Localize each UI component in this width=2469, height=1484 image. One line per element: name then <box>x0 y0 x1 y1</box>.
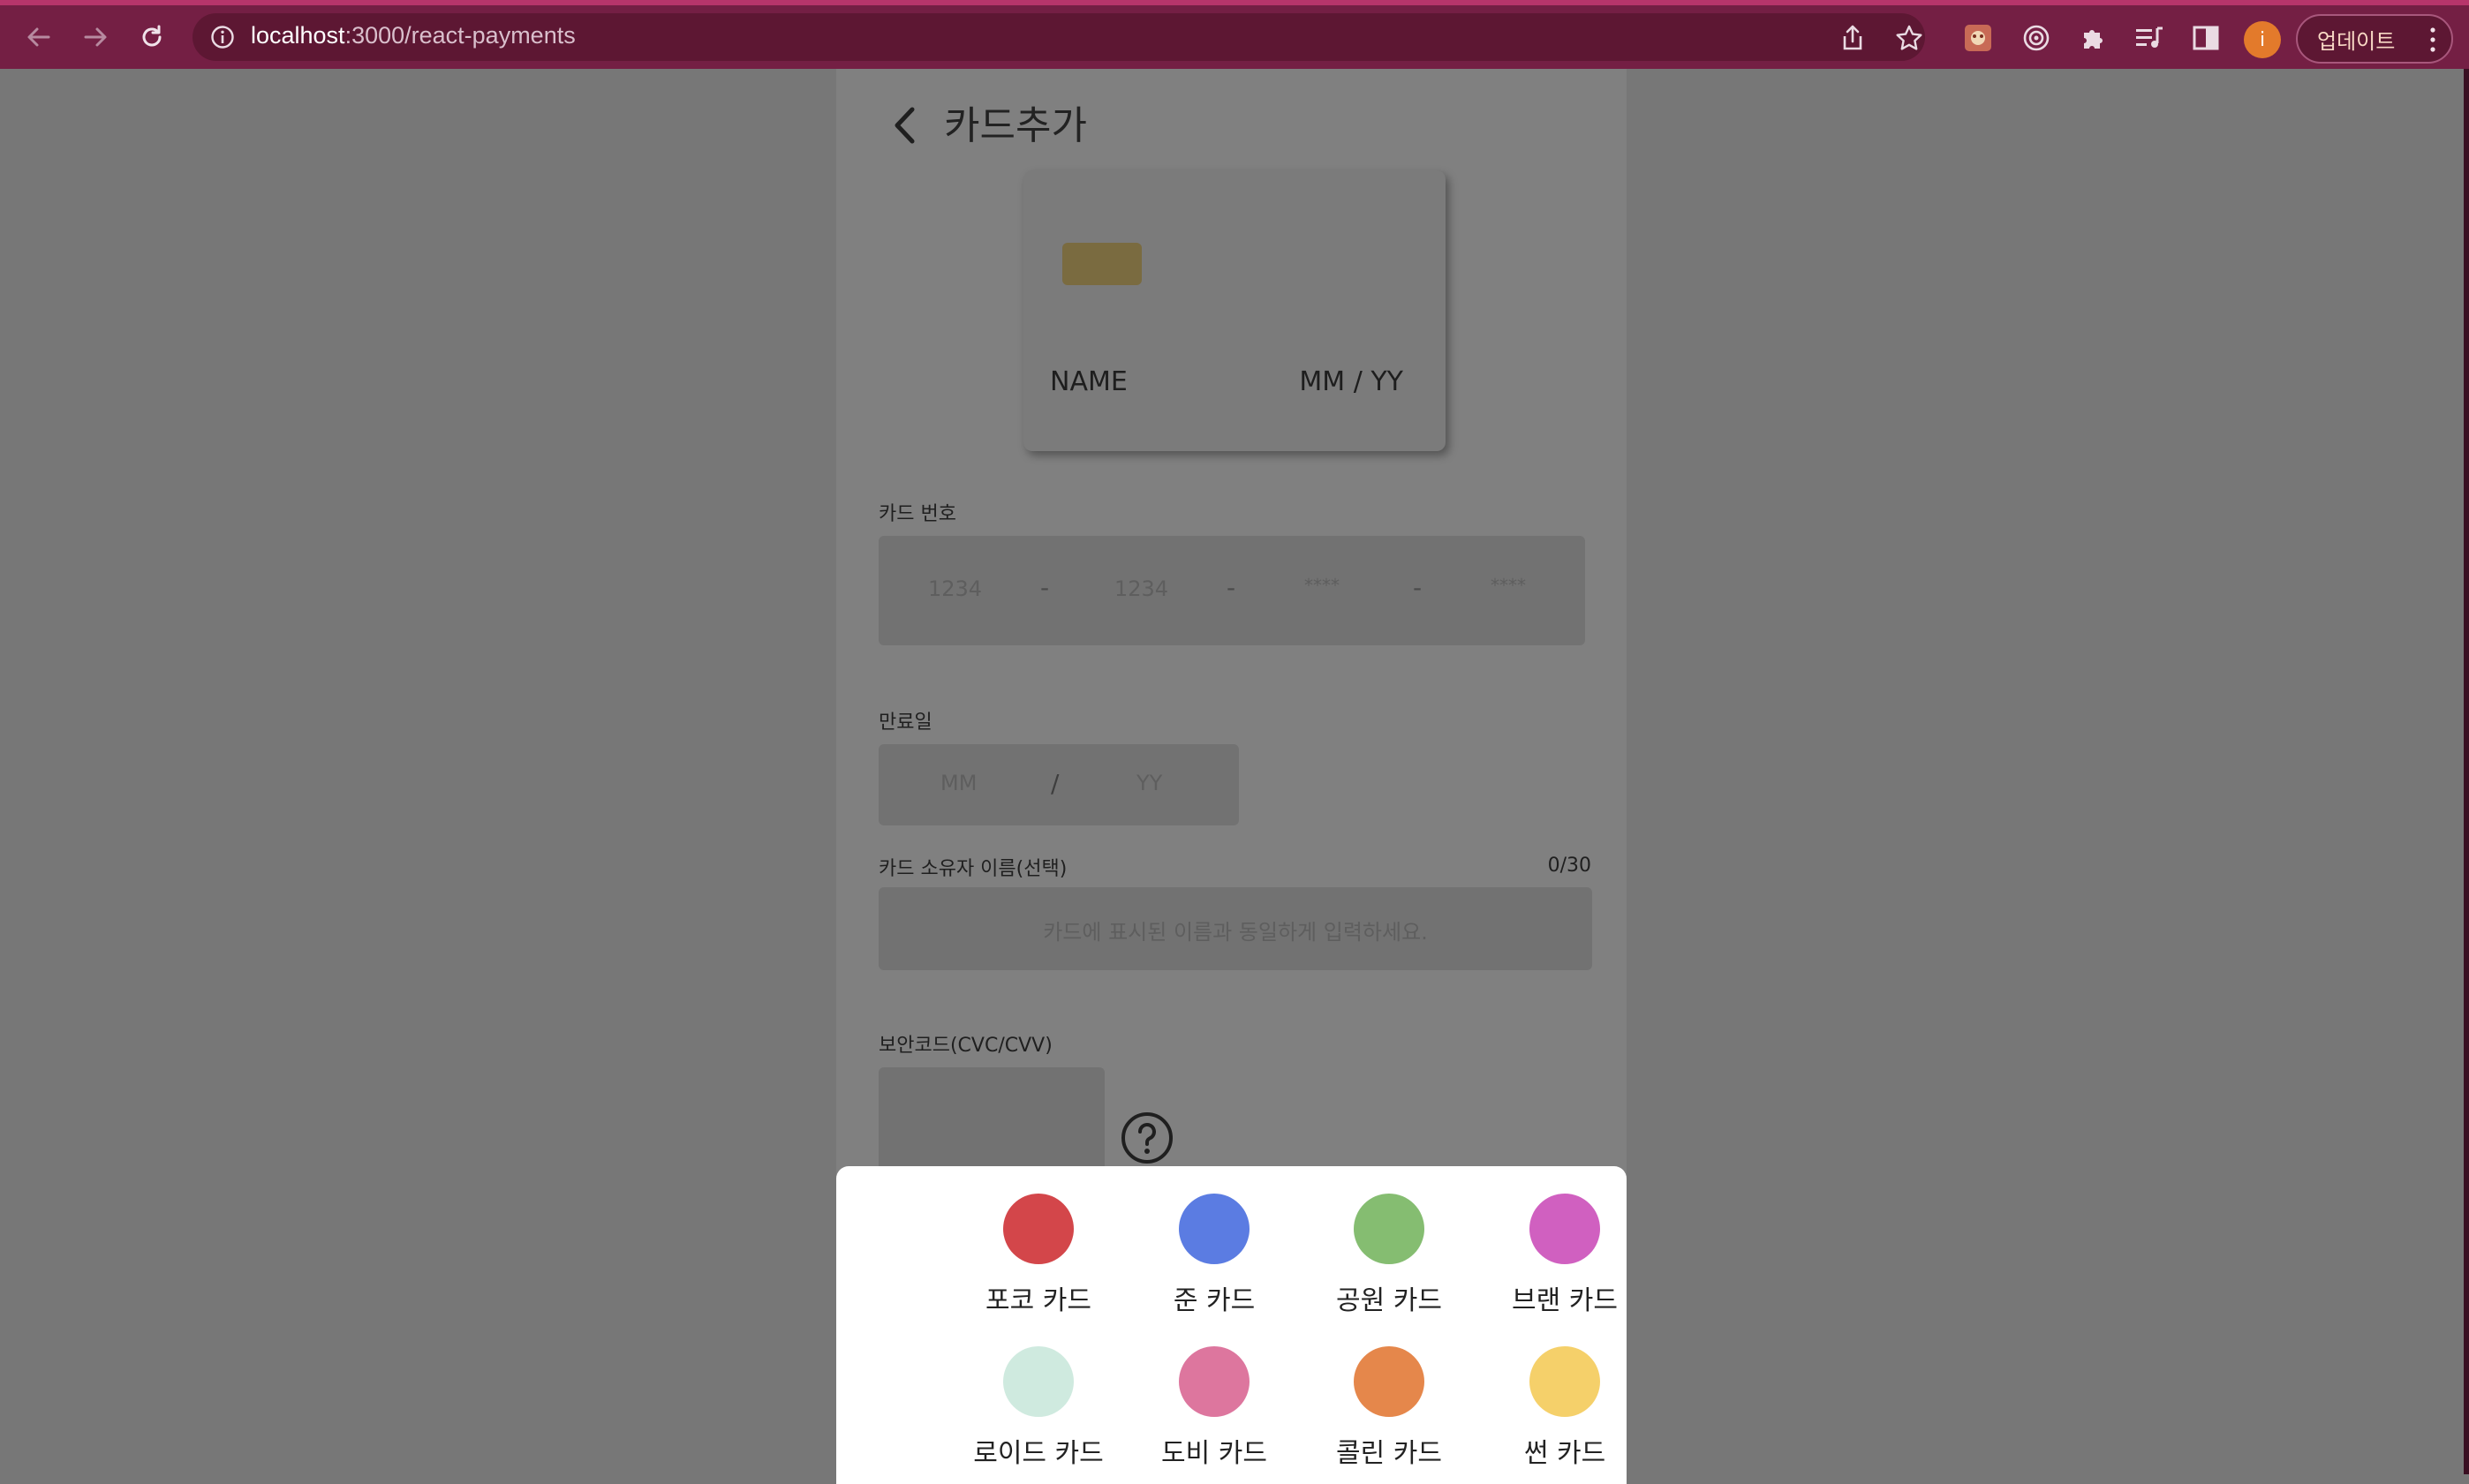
chevron-left-icon[interactable] <box>889 104 921 147</box>
expiry-separator: / <box>1051 769 1060 798</box>
puzzle-icon <box>2084 30 2103 49</box>
color-dot <box>1179 1346 1250 1417</box>
extension-app-icon <box>1965 25 1991 51</box>
star-icon <box>1896 25 1922 50</box>
card-number-label: 카드 번호 <box>879 503 956 525</box>
extension-2-button[interactable] <box>2019 20 2054 56</box>
card-option-lloyd[interactable]: 로이드 카드 <box>968 1346 1109 1470</box>
card-chip <box>1062 243 1142 285</box>
card-number-separator: - <box>1040 573 1050 602</box>
owner-name-input[interactable]: 카드에 표시된 이름과 동일하게 입력하세요. <box>879 887 1592 970</box>
update-label: 업데이트 <box>2317 28 2396 54</box>
browser-toolbar: localhost:3000/react-payments i 업데이트 <box>0 0 2469 69</box>
card-option-label: 브랜 카드 <box>1512 1285 1618 1316</box>
owner-name-counter: 0/30 <box>1547 855 1591 877</box>
color-dot <box>1003 1194 1074 1264</box>
card-number-separator: - <box>1413 573 1423 602</box>
more-vert-icon <box>2430 27 2435 52</box>
color-dot <box>1354 1194 1424 1264</box>
card-option-label: 썬 카드 <box>1523 1438 1606 1469</box>
color-dot <box>1529 1194 1600 1264</box>
playlist-icon <box>2136 26 2163 48</box>
extensions-button[interactable] <box>2075 20 2110 56</box>
color-dot <box>1354 1346 1424 1417</box>
card-option-label: 로이드 카드 <box>973 1438 1104 1469</box>
expiry-field: MM / YY <box>879 744 1239 825</box>
expiry-year-input[interactable]: YY <box>1136 771 1162 795</box>
side-panel-button[interactable] <box>2188 20 2224 56</box>
card-number-input-4[interactable]: **** <box>1491 575 1526 596</box>
question-circle-icon[interactable] <box>1121 1111 1174 1164</box>
card-number-input-2[interactable]: 1234 <box>1114 576 1168 601</box>
card-option-bran[interactable]: 브랜 카드 <box>1494 1194 1635 1317</box>
owner-name-label: 카드 소유자 이름(선택) <box>879 858 1068 880</box>
color-dot <box>1003 1346 1074 1417</box>
url-path: :3000/react-payments <box>344 22 576 49</box>
url-text[interactable]: localhost:3000/react-payments <box>251 22 576 49</box>
card-number-field: 1234 - 1234 - **** - **** <box>879 536 1585 645</box>
color-dot <box>1179 1194 1250 1264</box>
arrow-right-icon <box>84 27 107 47</box>
info-icon[interactable] <box>210 25 235 49</box>
arrow-left-icon <box>27 27 50 47</box>
card-option-colin[interactable]: 콜린 카드 <box>1318 1346 1460 1470</box>
card-number-separator: - <box>1227 573 1236 602</box>
card-company-picker: 포코 카드 준 카드 공원 카드 브랜 카드 로이드 카드 도비 카드 콜린 카… <box>836 1166 1627 1484</box>
reload-button[interactable] <box>132 18 171 56</box>
page-title: 카드추가 <box>944 103 1087 148</box>
card-preview: NAME MM / YY <box>1023 170 1446 451</box>
address-bar[interactable]: localhost:3000/react-payments <box>193 13 1925 61</box>
expiry-month-input[interactable]: MM <box>940 771 977 795</box>
card-number-input-1[interactable]: 1234 <box>928 576 982 601</box>
share-button[interactable] <box>1835 20 1870 56</box>
card-option-label: 준 카드 <box>1173 1285 1256 1316</box>
url-host: localhost <box>251 22 345 49</box>
share-icon <box>1843 25 1862 50</box>
card-option-sun[interactable]: 썬 카드 <box>1494 1346 1635 1470</box>
card-option-label: 콜린 카드 <box>1336 1438 1442 1469</box>
card-expiry: MM / YY <box>1299 366 1403 397</box>
forward-nav-button[interactable] <box>76 18 115 56</box>
card-option-poco[interactable]: 포코 카드 <box>968 1194 1109 1317</box>
target-icon <box>2023 25 2050 51</box>
window-edge <box>2464 69 2469 1474</box>
media-button[interactable] <box>2132 20 2167 56</box>
expiry-label: 만료일 <box>879 712 932 734</box>
owner-name-placeholder: 카드에 표시된 이름과 동일하게 입력하세요. <box>1043 920 1428 945</box>
card-option-jun[interactable]: 준 카드 <box>1144 1194 1285 1317</box>
update-button[interactable]: 업데이트 <box>2296 14 2453 64</box>
side-panel-icon <box>2193 26 2219 50</box>
color-dot <box>1529 1346 1600 1417</box>
card-option-label: 포코 카드 <box>985 1285 1091 1316</box>
card-option-gongwon[interactable]: 공원 카드 <box>1318 1194 1460 1317</box>
profile-avatar[interactable]: i <box>2244 21 2281 58</box>
reload-icon <box>142 25 162 47</box>
cvc-input[interactable] <box>879 1067 1105 1173</box>
card-option-label: 공원 카드 <box>1336 1285 1442 1316</box>
card-owner-name: NAME <box>1050 366 1128 397</box>
card-option-label: 도비 카드 <box>1161 1438 1267 1469</box>
card-option-dobby[interactable]: 도비 카드 <box>1144 1346 1285 1470</box>
card-number-input-3[interactable]: **** <box>1304 575 1340 596</box>
cvc-label: 보안코드(CVC/CVV) <box>879 1035 1053 1057</box>
extension-1-button[interactable] <box>1960 20 1996 56</box>
bookmark-button[interactable] <box>1891 20 1927 56</box>
back-nav-button[interactable] <box>19 18 58 56</box>
